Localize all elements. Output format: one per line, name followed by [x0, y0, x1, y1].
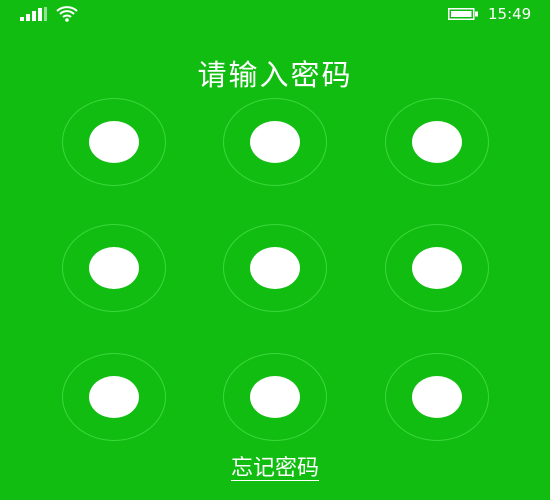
pattern-dot	[412, 247, 462, 289]
pattern-node-5[interactable]	[223, 224, 327, 312]
pattern-dot	[89, 376, 139, 418]
forgot-password-container: 忘记密码	[0, 454, 550, 484]
pattern-dot	[412, 121, 462, 163]
pattern-lock-grid[interactable]	[0, 0, 550, 500]
pattern-node-2[interactable]	[223, 98, 327, 186]
pattern-node-4[interactable]	[62, 224, 166, 312]
pattern-dot	[250, 121, 300, 163]
pattern-dot	[89, 247, 139, 289]
pattern-dot	[412, 376, 462, 418]
pattern-node-3[interactable]	[385, 98, 489, 186]
pattern-node-6[interactable]	[385, 224, 489, 312]
pattern-node-8[interactable]	[223, 353, 327, 441]
pattern-dot	[250, 376, 300, 418]
pattern-node-1[interactable]	[62, 98, 166, 186]
forgot-password-link[interactable]: 忘记密码	[231, 456, 319, 481]
pattern-node-7[interactable]	[62, 353, 166, 441]
pattern-dot	[89, 121, 139, 163]
pattern-node-9[interactable]	[385, 353, 489, 441]
pattern-dot	[250, 247, 300, 289]
